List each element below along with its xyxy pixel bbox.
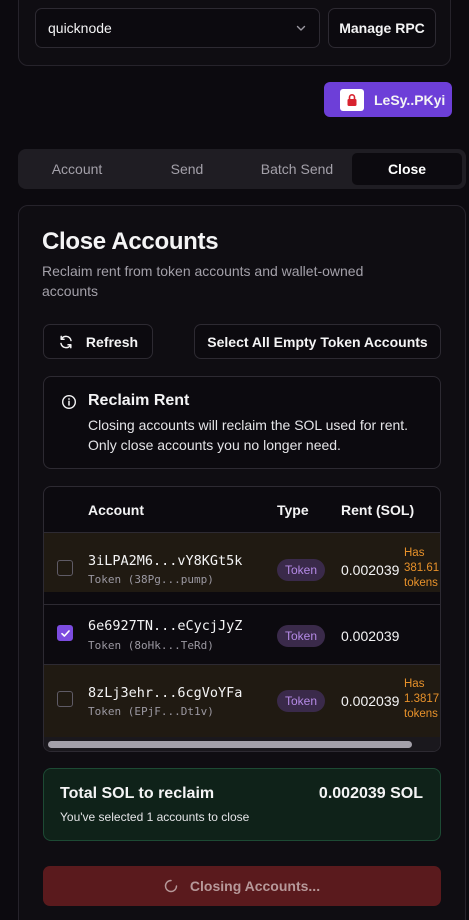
rent-value: 0.002039: [341, 628, 400, 644]
type-badge: Token: [277, 690, 326, 712]
warning-line: tokens: [404, 708, 438, 720]
table-row[interactable]: 8zLj3ehr...6cgVoYFa Token (EPjF...Dt1v) …: [44, 664, 440, 737]
accounts-table: Account Type Rent (SOL) 3iLPA2M6...vY8KG…: [43, 486, 441, 752]
total-value: 0.002039 SOL: [318, 785, 423, 802]
alert-title: Reclaim Rent: [88, 392, 190, 409]
rpc-select-value: quicknode: [48, 20, 112, 36]
warning-line: Has: [404, 678, 425, 690]
table-row[interactable]: 6e6927TN...eCycjJyZ Token (8oHk...TeRd) …: [44, 604, 440, 664]
info-icon: [61, 394, 77, 410]
scrollbar-thumb[interactable]: [48, 741, 412, 748]
type-badge: Token: [277, 559, 326, 581]
account-address: 6e6927TN...eCycjJyZ: [88, 618, 243, 634]
refresh-button[interactable]: Refresh: [43, 324, 153, 359]
row-checkbox[interactable]: [57, 691, 73, 707]
token-balance-warning: Has 1.3817 tokens: [404, 677, 439, 722]
header-account: Account: [88, 502, 144, 518]
refresh-label: Refresh: [85, 333, 139, 350]
account-address: 3iLPA2M6...vY8KGt5k: [88, 553, 243, 569]
warning-line: 381.61: [404, 562, 440, 574]
horizontal-scrollbar[interactable]: [44, 737, 440, 751]
warning-line: tokens: [404, 577, 438, 589]
reclaim-rent-alert: Reclaim Rent Closing accounts will recla…: [43, 376, 441, 469]
tab-batch-send[interactable]: Batch Send: [242, 153, 352, 185]
page-subtitle: Reclaim rent from token accounts and wal…: [42, 263, 364, 299]
account-address: 8zLj3ehr...6cgVoYFa: [88, 685, 243, 701]
chevron-down-icon: [295, 22, 307, 34]
rpc-select[interactable]: quicknode: [35, 8, 320, 48]
wallet-button[interactable]: LeSy..PKyi: [324, 82, 452, 117]
header-rent: Rent (SOL): [341, 502, 415, 518]
row-checkbox[interactable]: [57, 625, 73, 641]
spinner-icon: [164, 879, 178, 893]
check-icon: [60, 629, 70, 637]
alert-text: Closing accounts will reclaim the SOL us…: [88, 417, 409, 453]
account-token-mint: Token (38Pg...pump): [88, 573, 214, 586]
tab-bar: Account Send Batch Send Close: [18, 149, 466, 189]
rent-value: 0.002039: [341, 693, 400, 709]
close-accounts-button[interactable]: Closing Accounts...: [43, 866, 441, 906]
account-token-mint: Token (EPjF...Dt1v): [88, 705, 214, 718]
page-title: Close Accounts: [42, 228, 219, 255]
tab-close[interactable]: Close: [352, 153, 462, 185]
token-balance-warning: Has 381.61 tokens: [404, 546, 439, 591]
tab-account[interactable]: Account: [22, 153, 132, 185]
wallet-address: LeSy..PKyi: [374, 91, 446, 108]
closing-label: Closing Accounts...: [189, 878, 321, 894]
tab-send[interactable]: Send: [132, 153, 242, 185]
header-type: Type: [277, 502, 309, 518]
lock-icon: [340, 88, 364, 111]
table-row[interactable]: 3iLPA2M6...vY8KGt5k Token (38Pg...pump) …: [44, 532, 440, 592]
warning-line: Has: [404, 547, 425, 559]
type-badge: Token: [277, 625, 326, 647]
manage-rpc-button[interactable]: Manage RPC: [328, 8, 436, 48]
warning-line: 1.3817: [404, 693, 440, 705]
select-all-empty-button[interactable]: Select All Empty Token Accounts: [194, 324, 441, 359]
total-reclaim-summary: Total SOL to reclaim 0.002039 SOL You've…: [43, 768, 441, 841]
rent-value: 0.002039: [341, 562, 400, 578]
account-token-mint: Token (8oHk...TeRd): [88, 639, 214, 652]
selection-count-note: You've selected 1 accounts to close: [60, 810, 250, 824]
row-checkbox[interactable]: [57, 560, 73, 576]
total-label: Total SOL to reclaim: [60, 785, 215, 802]
refresh-icon: [58, 334, 74, 350]
